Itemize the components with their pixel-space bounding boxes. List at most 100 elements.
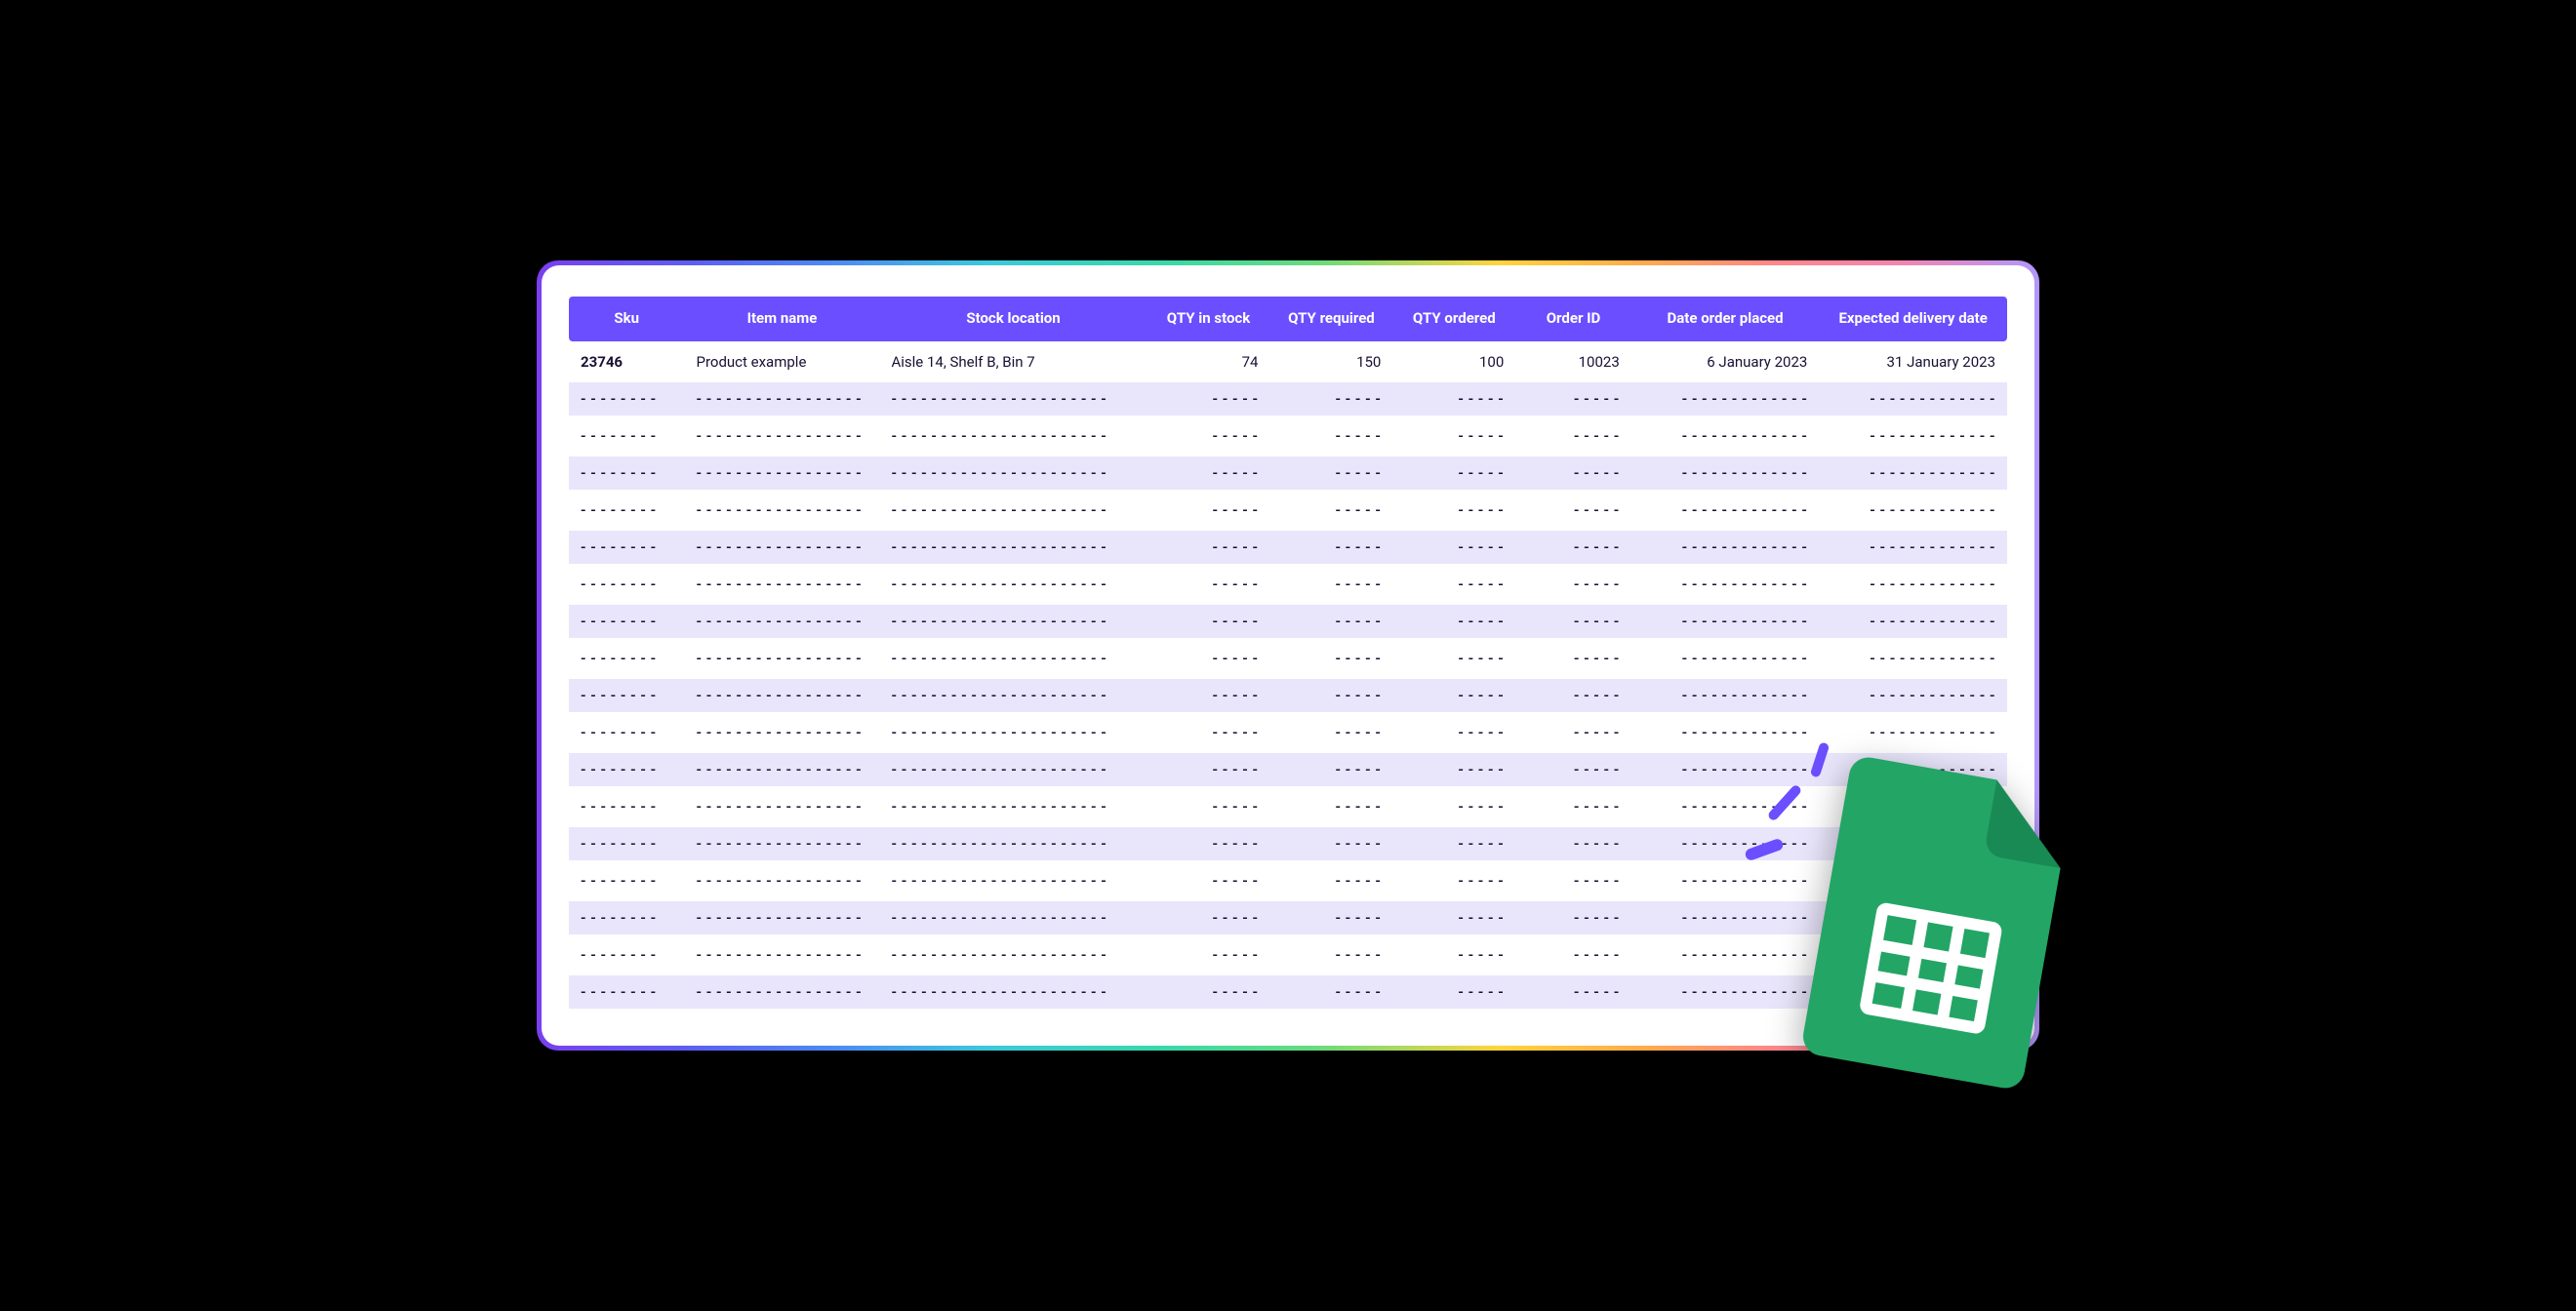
placeholder-cell[interactable]: - - - - - - - - [569, 419, 685, 453]
placeholder-cell[interactable]: - - - - - - - - [569, 382, 685, 416]
placeholder-cell[interactable]: - - - - - - - - - - - - - [1631, 382, 1820, 416]
cell-sku[interactable]: 23746 [569, 345, 685, 378]
placeholder-cell[interactable]: - - - - - - - - - - - - - [1819, 531, 2007, 564]
placeholder-cell[interactable]: - - - - - - - - [569, 568, 685, 601]
placeholder-cell[interactable]: - - - - - - - - [569, 975, 685, 1009]
placeholder-cell[interactable]: - - - - - - - - - - - - - - - - - - - - … [879, 605, 1147, 638]
cell-qty-ordered[interactable]: 100 [1392, 345, 1515, 378]
placeholder-cell[interactable]: - - - - - [1147, 753, 1270, 786]
placeholder-cell[interactable]: - - - - - [1515, 679, 1631, 712]
placeholder-cell[interactable]: - - - - - [1147, 827, 1270, 860]
placeholder-cell[interactable]: - - - - - [1515, 494, 1631, 527]
col-qty-required[interactable]: QTY required [1269, 297, 1392, 340]
placeholder-cell[interactable]: - - - - - - - - - - - - - - - - - - - - … [879, 716, 1147, 749]
placeholder-cell[interactable]: - - - - - - - - - - - - - [1631, 605, 1820, 638]
placeholder-cell[interactable]: - - - - - [1147, 642, 1270, 675]
placeholder-cell[interactable]: - - - - - - - - - - - - - [1631, 975, 1820, 1009]
placeholder-cell[interactable]: - - - - - - - - [569, 901, 685, 934]
placeholder-cell[interactable]: - - - - - [1269, 753, 1392, 786]
placeholder-cell[interactable]: - - - - - - - - - - - - - [1631, 679, 1820, 712]
table-row-placeholder[interactable]: - - - - - - - -- - - - - - - - - - - - -… [569, 901, 2007, 934]
placeholder-cell[interactable]: - - - - - [1392, 716, 1515, 749]
placeholder-cell[interactable]: - - - - - [1392, 938, 1515, 972]
cell-stock-location[interactable]: Aisle 14, Shelf B, Bin 7 [879, 345, 1147, 378]
placeholder-cell[interactable]: - - - - - - - - - - - - - - - - - - - - … [879, 827, 1147, 860]
placeholder-cell[interactable]: - - - - - - - - - - - - - [1631, 642, 1820, 675]
col-item-name[interactable]: Item name [685, 297, 880, 340]
placeholder-cell[interactable]: - - - - - [1269, 901, 1392, 934]
placeholder-cell[interactable]: - - - - - - - - - - - - - - - - - - - - … [879, 531, 1147, 564]
table-row-placeholder[interactable]: - - - - - - - -- - - - - - - - - - - - -… [569, 531, 2007, 564]
placeholder-cell[interactable]: - - - - - - - - - - - - - [1631, 864, 1820, 897]
table-row-placeholder[interactable]: - - - - - - - -- - - - - - - - - - - - -… [569, 679, 2007, 712]
placeholder-cell[interactable]: - - - - - [1147, 901, 1270, 934]
placeholder-cell[interactable]: - - - - - [1269, 975, 1392, 1009]
placeholder-cell[interactable]: - - - - - - - - - - - - - - - - - - - - … [879, 568, 1147, 601]
placeholder-cell[interactable]: - - - - - [1269, 938, 1392, 972]
cell-qty-required[interactable]: 150 [1269, 345, 1392, 378]
placeholder-cell[interactable]: - - - - - - - - - - - - - [1819, 938, 2007, 972]
table-row-placeholder[interactable]: - - - - - - - -- - - - - - - - - - - - -… [569, 382, 2007, 416]
placeholder-cell[interactable]: - - - - - [1269, 382, 1392, 416]
col-stock-location[interactable]: Stock location [879, 297, 1147, 340]
placeholder-cell[interactable]: - - - - - [1147, 419, 1270, 453]
placeholder-cell[interactable]: - - - - - - - - - - - - - - - - - [685, 679, 880, 712]
placeholder-cell[interactable]: - - - - - - - - - - - - - [1819, 679, 2007, 712]
table-row-placeholder[interactable]: - - - - - - - -- - - - - - - - - - - - -… [569, 457, 2007, 490]
placeholder-cell[interactable]: - - - - - [1269, 494, 1392, 527]
cell-order-id[interactable]: 10023 [1515, 345, 1631, 378]
placeholder-cell[interactable]: - - - - - - - - [569, 642, 685, 675]
placeholder-cell[interactable]: - - - - - [1515, 901, 1631, 934]
placeholder-cell[interactable]: - - - - - - - - [569, 827, 685, 860]
placeholder-cell[interactable]: - - - - - - - - - - - - - [1819, 901, 2007, 934]
placeholder-cell[interactable]: - - - - - [1515, 864, 1631, 897]
placeholder-cell[interactable]: - - - - - - - - - - - - - - - - - [685, 975, 880, 1009]
placeholder-cell[interactable]: - - - - - [1515, 419, 1631, 453]
placeholder-cell[interactable]: - - - - - - - - [569, 679, 685, 712]
placeholder-cell[interactable]: - - - - - - - - - - - - - [1819, 975, 2007, 1009]
placeholder-cell[interactable]: - - - - - [1147, 975, 1270, 1009]
table-row-placeholder[interactable]: - - - - - - - -- - - - - - - - - - - - -… [569, 790, 2007, 823]
placeholder-cell[interactable]: - - - - - [1269, 679, 1392, 712]
placeholder-cell[interactable]: - - - - - - - - - - - - - [1631, 716, 1820, 749]
placeholder-cell[interactable]: - - - - - [1392, 901, 1515, 934]
col-sku[interactable]: Sku [569, 297, 685, 340]
col-qty-in-stock[interactable]: QTY in stock [1147, 297, 1270, 340]
placeholder-cell[interactable]: - - - - - [1392, 753, 1515, 786]
placeholder-cell[interactable]: - - - - - - - - - - - - - - - - - - - - … [879, 938, 1147, 972]
placeholder-cell[interactable]: - - - - - - - - - - - - - [1819, 642, 2007, 675]
placeholder-cell[interactable]: - - - - - - - - - - - - - - - - - - - - … [879, 419, 1147, 453]
placeholder-cell[interactable]: - - - - - - - - - - - - - - - - - - - - … [879, 642, 1147, 675]
placeholder-cell[interactable]: - - - - - - - - - - - - - [1819, 457, 2007, 490]
placeholder-cell[interactable]: - - - - - - - - - - - - - - - - - - - - … [879, 494, 1147, 527]
placeholder-cell[interactable]: - - - - - - - - - - - - - - - - - [685, 457, 880, 490]
placeholder-cell[interactable]: - - - - - [1147, 938, 1270, 972]
placeholder-cell[interactable]: - - - - - - - - - - - - - - - - - [685, 938, 880, 972]
placeholder-cell[interactable]: - - - - - [1269, 642, 1392, 675]
placeholder-cell[interactable]: - - - - - [1515, 975, 1631, 1009]
placeholder-cell[interactable]: - - - - - - - - - - - - - [1631, 901, 1820, 934]
placeholder-cell[interactable]: - - - - - - - - - - - - - [1631, 568, 1820, 601]
placeholder-cell[interactable]: - - - - - [1269, 827, 1392, 860]
placeholder-cell[interactable]: - - - - - - - - [569, 605, 685, 638]
placeholder-cell[interactable]: - - - - - - - - - - - - - [1819, 790, 2007, 823]
placeholder-cell[interactable]: - - - - - - - - - - - - - [1631, 827, 1820, 860]
placeholder-cell[interactable]: - - - - - - - - - - - - - - - - - [685, 716, 880, 749]
placeholder-cell[interactable]: - - - - - [1147, 457, 1270, 490]
table-row-placeholder[interactable]: - - - - - - - -- - - - - - - - - - - - -… [569, 975, 2007, 1009]
placeholder-cell[interactable]: - - - - - [1147, 716, 1270, 749]
placeholder-cell[interactable]: - - - - - - - - [569, 716, 685, 749]
placeholder-cell[interactable]: - - - - - - - - - - - - - [1819, 753, 2007, 786]
placeholder-cell[interactable]: - - - - - - - - - - - - - - - - - - - - … [879, 790, 1147, 823]
placeholder-cell[interactable]: - - - - - - - - - - - - - - - - - - - - … [879, 679, 1147, 712]
placeholder-cell[interactable]: - - - - - - - - - - - - - [1631, 494, 1820, 527]
placeholder-cell[interactable]: - - - - - - - - [569, 457, 685, 490]
placeholder-cell[interactable]: - - - - - [1147, 568, 1270, 601]
placeholder-cell[interactable]: - - - - - - - - - - - - - - - - - - - - … [879, 864, 1147, 897]
placeholder-cell[interactable]: - - - - - - - - - - - - - [1819, 716, 2007, 749]
placeholder-cell[interactable]: - - - - - [1392, 864, 1515, 897]
table-row-placeholder[interactable]: - - - - - - - -- - - - - - - - - - - - -… [569, 494, 2007, 527]
placeholder-cell[interactable]: - - - - - [1515, 827, 1631, 860]
placeholder-cell[interactable]: - - - - - [1515, 790, 1631, 823]
placeholder-cell[interactable]: - - - - - [1269, 457, 1392, 490]
